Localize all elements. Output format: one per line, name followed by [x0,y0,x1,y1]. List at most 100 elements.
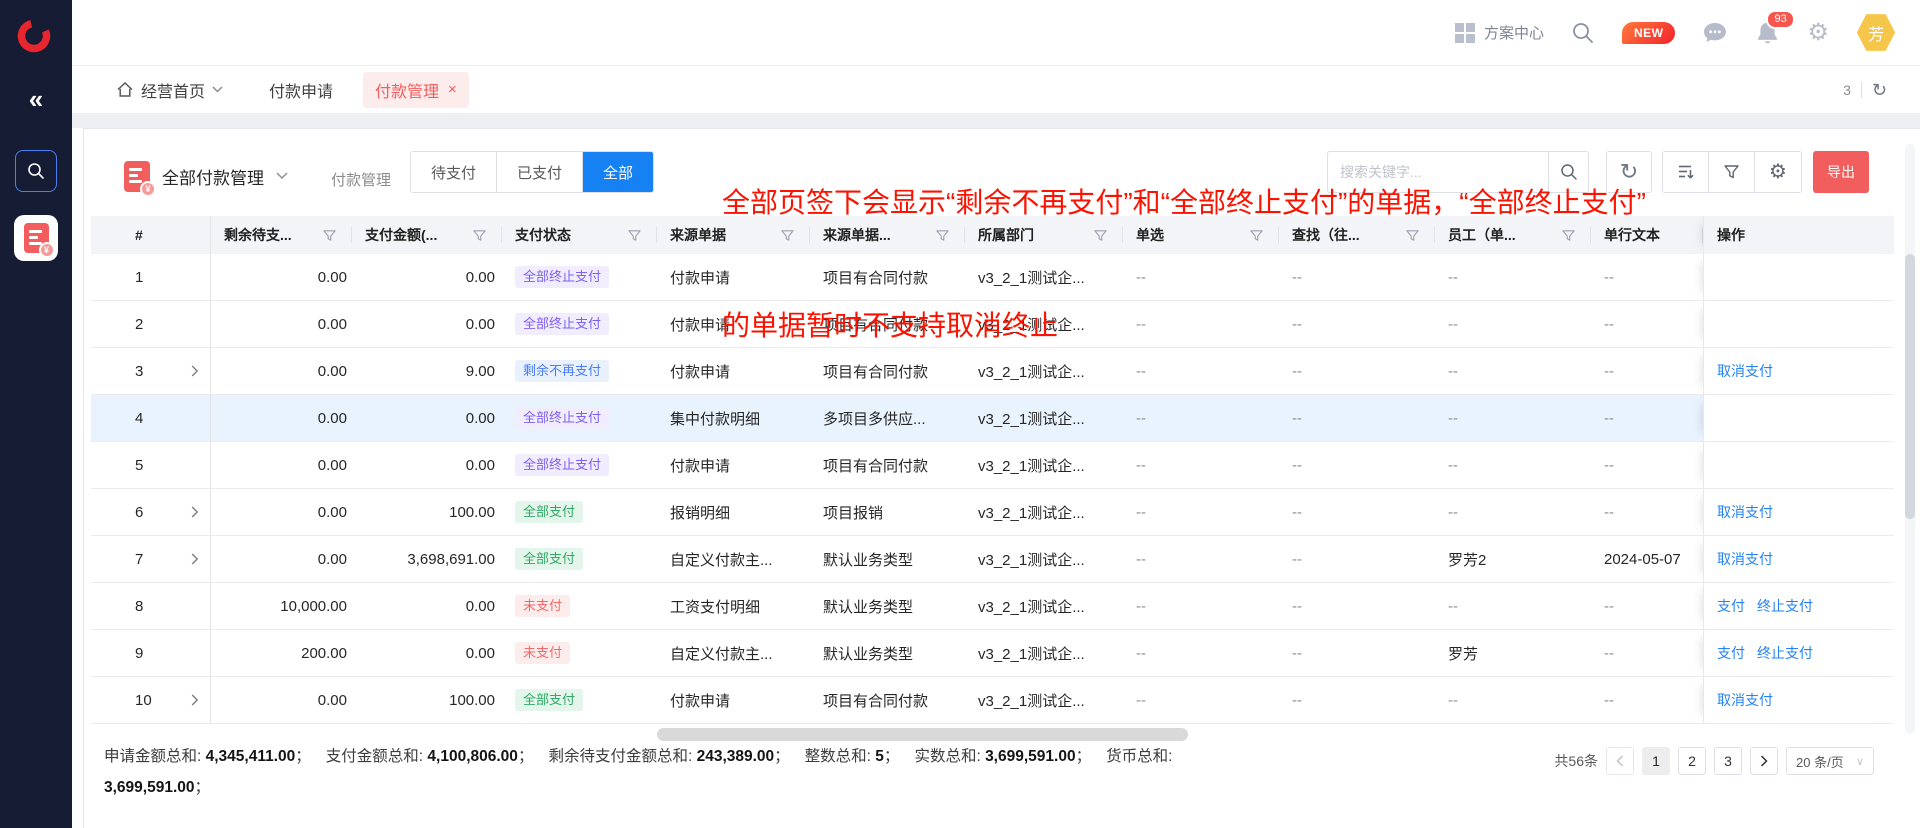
tab-payment-management[interactable]: 付款管理 × [363,72,469,108]
payment-amount-cell: 0.00 [352,630,502,676]
search-icon [26,161,46,181]
table-row-10[interactable]: 100.00100.00全部支付付款申请项目有合同付款v3_2_1测试企...-… [91,677,1894,724]
page-size-select[interactable]: 20 条/页 ∨ [1786,747,1874,775]
table-row-6[interactable]: 60.00100.00全部支付报销明细项目报销v3_2_1测试企...-----… [91,489,1894,536]
table-row-1[interactable]: 10.000.00全部终止支付付款申请项目有合同付款v3_2_1测试企...--… [91,254,1894,301]
status-badge: 全部终止支付 [515,407,609,429]
lookup-cell: -- [1279,489,1435,535]
table-row-8[interactable]: 810,000.000.00未支付工资支付明细默认业务类型v3_2_1测试企..… [91,583,1894,630]
table-row-7[interactable]: 70.003,698,691.00全部支付自定义付款主...默认业务类型v3_2… [91,536,1894,583]
page-button-3[interactable]: 3 [1714,747,1742,775]
view-title[interactable]: ¥ 全部付款管理 [124,159,288,193]
row-index-cell: 2 [91,301,211,347]
table-row-4[interactable]: 40.000.00全部终止支付集中付款明细多项目多供应...v3_2_1测试企.… [91,395,1894,442]
column-settings-button[interactable]: ⚙ [1755,152,1801,192]
filter-icon[interactable] [775,229,794,242]
filter-icon[interactable] [1088,229,1107,242]
cancel-payment-link[interactable]: 取消支付 [1717,690,1773,710]
settings-button[interactable]: ⚙ [1807,21,1829,45]
terminate-payment-link[interactable]: 终止支付 [1757,596,1813,616]
sidebar-payment-app-button[interactable]: ¥ [14,215,58,261]
refresh-icon: ↻ [1620,161,1638,183]
filter-icon[interactable] [317,229,336,242]
filter-button[interactable] [1709,152,1755,192]
sort-button[interactable] [1663,152,1709,192]
tab-home[interactable]: 经营首页 [116,78,223,102]
summary-value: 3,699,591.00 [104,779,195,796]
column-label: 支付金额(... [365,225,437,245]
close-icon[interactable]: × [448,82,457,97]
column-label: 操作 [1717,225,1745,245]
summary-item: 支付金额总和: 4,100,806.00； [326,748,534,765]
table-tools-group: ⚙ [1662,151,1802,193]
cancel-payment-link[interactable]: 取消支付 [1717,502,1773,522]
filter-icon[interactable] [930,229,949,242]
notifications-button[interactable]: 93 [1755,20,1780,46]
notification-count-badge: 93 [1766,10,1794,29]
row-index-cell: 3 [91,348,211,394]
vertical-scrollbar[interactable] [1905,254,1915,519]
payment-status-cell: 全部支付 [502,536,657,582]
view-subtitle[interactable]: 付款管理 [331,169,391,190]
filter-icon[interactable] [622,229,641,242]
app-logo-icon[interactable] [16,18,52,54]
user-avatar[interactable]: 芳 [1856,13,1896,53]
filter-icon[interactable] [1556,229,1575,242]
tab-payment-request[interactable]: 付款申请 [269,78,333,102]
expand-row-icon[interactable] [191,506,199,518]
table-row-5[interactable]: 50.000.00全部终止支付付款申请项目有合同付款v3_2_1测试企...--… [91,442,1894,489]
summary-item: 实数总和: 3,699,591.00； [914,748,1091,765]
remaining-amount-cell: 0.00 [211,301,352,347]
prev-page-button[interactable] [1606,747,1634,775]
next-page-button[interactable] [1750,747,1778,775]
column-label: 来源单据... [823,225,891,245]
export-button[interactable]: 导出 [1813,151,1869,193]
department-cell: v3_2_1测试企... [965,536,1123,582]
cancel-payment-link[interactable]: 取消支付 [1717,549,1773,569]
filter-tab-all[interactable]: 全部 [583,152,653,192]
sidebar-collapse-button[interactable]: « [0,86,72,112]
filter-icon[interactable] [1400,229,1419,242]
expand-row-icon[interactable] [191,365,199,377]
scheme-center-button[interactable]: 方案中心 [1455,22,1544,43]
search-submit-button[interactable] [1548,152,1588,192]
filter-tab-paid[interactable]: 已支付 [497,152,583,192]
chevron-down-icon[interactable] [276,172,288,180]
source-type-cell: 项目有合同付款 [810,301,965,347]
summary-separator: ； [518,748,534,765]
cancel-payment-link[interactable]: 取消支付 [1717,361,1773,381]
filter-tab-pending[interactable]: 待支付 [411,152,497,192]
table-row-2[interactable]: 20.000.00全部终止支付付款申请项目有合同付款v3_2_1测试企...--… [91,301,1894,348]
horizontal-scrollbar[interactable] [657,728,1188,741]
expand-row-icon[interactable] [191,553,199,565]
terminate-payment-link[interactable]: 终止支付 [1757,643,1813,663]
payment-doc-icon: ¥ [24,223,49,253]
expand-row-icon[interactable] [191,694,199,706]
search-input[interactable] [1328,164,1548,180]
pay-link[interactable]: 支付 [1717,643,1745,663]
filter-icon[interactable] [1244,229,1263,242]
refresh-icon[interactable]: ↻ [1872,81,1887,99]
column-label: 单选 [1136,225,1164,245]
action-cell [1703,254,1894,300]
payment-amount-cell: 0.00 [352,583,502,629]
page-button-2[interactable]: 2 [1678,747,1706,775]
table-row-3[interactable]: 30.009.00剩余不再支付付款申请项目有合同付款v3_2_1测试企...--… [91,348,1894,395]
summary-label: 剩余待支付金额总和: [548,748,696,765]
filter-icon[interactable] [467,229,486,242]
source-doc-cell: 付款申请 [657,677,810,723]
sidebar-search-button[interactable] [15,150,57,192]
page-button-1[interactable]: 1 [1642,747,1670,775]
messages-button[interactable] [1702,21,1728,45]
global-search-button[interactable] [1571,21,1595,45]
column-header-status: 支付状态 [502,216,657,254]
employee-cell: -- [1435,442,1591,488]
refresh-table-button[interactable]: ↻ [1606,151,1652,193]
summary-label: 实数总和: [914,748,985,765]
new-badge[interactable]: NEW [1622,22,1676,44]
source-doc-cell: 工资支付明细 [657,583,810,629]
pay-link[interactable]: 支付 [1717,596,1745,616]
department-cell: v3_2_1测试企... [965,489,1123,535]
table-row-9[interactable]: 9200.000.00未支付自定义付款主...默认业务类型v3_2_1测试企..… [91,630,1894,677]
row-number: 3 [135,363,143,380]
